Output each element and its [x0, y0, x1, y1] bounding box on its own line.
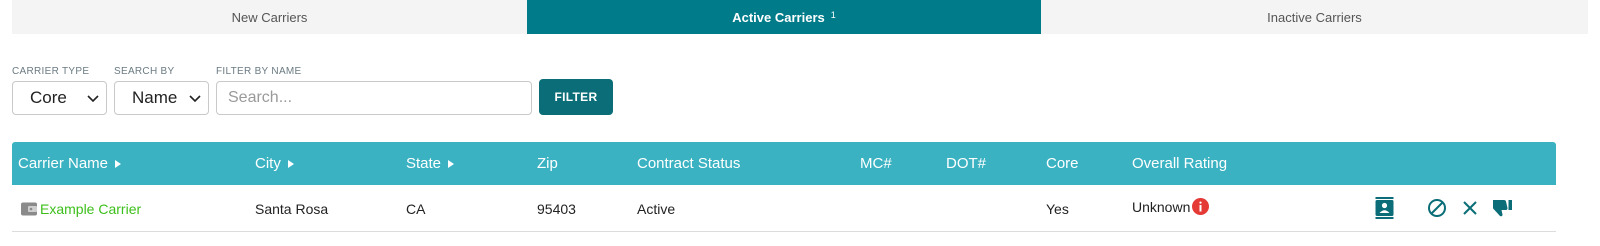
tab-count-badge: 1 [830, 10, 836, 20]
tab-label: Inactive Carriers [1267, 9, 1362, 25]
tab-inactive-carriers[interactable]: Inactive Carriers [1041, 0, 1588, 34]
contract-status-cell: Active [637, 200, 676, 217]
block-icon[interactable] [1426, 197, 1448, 219]
sort-caret-icon [115, 159, 122, 168]
search-input[interactable] [216, 81, 532, 115]
thumbs-down-icon[interactable] [1491, 197, 1513, 219]
filter-button[interactable]: FILTER [539, 79, 613, 115]
column-header-carrier-name[interactable]: Carrier Name [18, 142, 122, 185]
column-header-dot: DOT# [946, 155, 987, 172]
chevron-down-icon [189, 95, 201, 103]
tab-label: New Carriers [231, 9, 308, 25]
zip-cell: 95403 [537, 200, 576, 217]
table-header: Carrier Name City State Zip Contract Sta… [12, 142, 1556, 185]
column-label: City [255, 155, 281, 172]
carrier-name-link[interactable]: Example Carrier [40, 201, 141, 217]
search-by-label: SEARCH BY [114, 66, 175, 77]
core-cell: Yes [1046, 200, 1069, 217]
column-header-overall-rating: Overall Rating [1132, 155, 1228, 172]
carrier-type-select[interactable]: Core [12, 81, 107, 115]
column-header-mc: MC# [860, 155, 892, 172]
column-label: Carrier Name [18, 155, 109, 172]
column-label: State [406, 155, 442, 172]
tab-active-carriers[interactable]: Active Carriers 1 [527, 0, 1041, 34]
carrier-type-value: Core [30, 88, 67, 107]
table-row: Example Carrier Santa Rosa CA 95403 Acti… [12, 185, 1556, 232]
state-cell: CA [406, 200, 426, 217]
search-by-value: Name [132, 88, 178, 107]
search-by-select[interactable]: Name [114, 81, 209, 115]
column-header-contract-status: Contract Status [637, 155, 741, 172]
sort-caret-icon [448, 159, 455, 168]
city-cell: Santa Rosa [255, 200, 329, 217]
contact-card-icon[interactable] [1373, 197, 1395, 219]
column-header-zip: Zip [537, 155, 558, 172]
column-header-city[interactable]: City [255, 142, 294, 185]
filter-by-name-label: FILTER BY NAME [216, 66, 302, 77]
tab-new-carriers[interactable]: New Carriers [12, 0, 527, 34]
tab-label: Active Carriers [732, 9, 825, 25]
close-icon[interactable] [1459, 197, 1481, 219]
overall-rating-cell: Unknown [1132, 185, 1210, 232]
carrier-tabs: New Carriers Active Carriers 1 Inactive … [12, 0, 1588, 34]
carrier-type-label: CARRIER TYPE [12, 66, 90, 77]
wallet-icon [21, 202, 37, 215]
overall-rating-value: Unknown [1132, 198, 1191, 215]
column-header-state[interactable]: State [406, 142, 455, 185]
chevron-down-icon [87, 95, 99, 103]
sort-caret-icon [287, 159, 294, 168]
carrier-name-cell: Example Carrier [20, 185, 141, 232]
info-icon[interactable] [1192, 198, 1210, 215]
column-header-core: Core [1046, 155, 1079, 172]
